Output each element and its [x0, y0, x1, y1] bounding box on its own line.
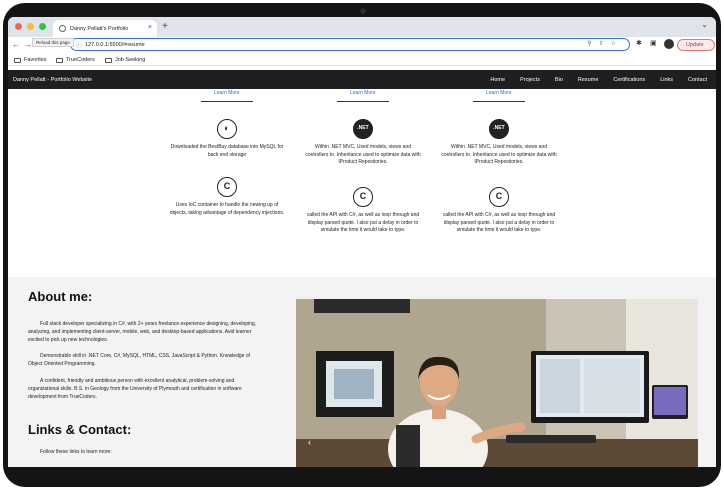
bookmark-job-seeking[interactable]: Job Seeking [105, 57, 145, 63]
project-card: C called the API with C#, as well as loo… [440, 187, 558, 235]
back-arrow-icon[interactable]: ← [12, 40, 20, 49]
tab-search-chevron-icon[interactable]: ⌄ [701, 20, 708, 29]
bookmark-label: Job Seeking [115, 57, 146, 63]
project-description: called the API with C#, as well as loop … [442, 212, 556, 233]
dotnet-icon: .NET [489, 119, 509, 139]
follow-text: Follow these links to learn more: [40, 449, 112, 455]
site-nav-links: Home Projects Bio Resume Certifications … [490, 77, 707, 83]
close-window-button[interactable] [15, 23, 22, 30]
project-card: C called the API with C#, as well as loo… [304, 187, 422, 235]
learn-more-link[interactable]: Learn More [486, 90, 512, 96]
site-navbar: Danny Pellatt - Portfolio Website Home P… [8, 70, 716, 89]
nav-home[interactable]: Home [490, 77, 505, 83]
csharp-icon: C [217, 177, 237, 197]
nav-contact[interactable]: Contact [688, 77, 707, 83]
forward-arrow-icon[interactable]: → [24, 40, 32, 49]
bookmark-label: TrueCoders [66, 57, 95, 63]
tab-portfolio[interactable]: Danny Pellatt's Portfolio × [53, 20, 157, 37]
window-controls [15, 23, 46, 30]
reload-tooltip: Reload this page [32, 38, 74, 47]
about-paragraph: Demonstrable skill in .NET Core, C#, MyS… [28, 353, 250, 367]
zoom-icon[interactable]: ⚲ [587, 41, 598, 47]
project-description: called the API with C#, as well as loop … [306, 212, 420, 233]
info-icon: ⓘ [76, 43, 82, 49]
about-paragraph: Full stack developer specializing in C#,… [28, 321, 257, 343]
project-card: ◐ Downloaded the BestBuy database into M… [168, 119, 286, 159]
nav-certifications[interactable]: Certifications [613, 77, 645, 83]
globe-icon [59, 25, 66, 32]
project-card: .NET Within .NET MVC, Used models, views… [304, 119, 422, 167]
divider [201, 101, 253, 102]
profile-photo [296, 299, 698, 467]
project-description: Within .NET MVC, Used models, views and … [305, 144, 421, 165]
camera-icon [360, 8, 366, 14]
site-brand[interactable]: Danny Pellatt - Portfolio Website [13, 77, 92, 83]
carousel-prev-icon[interactable]: ‹ [308, 437, 311, 447]
nav-bio[interactable]: Bio [555, 77, 563, 83]
project-description: Within .NET MVC, Used models, views and … [441, 144, 557, 165]
learn-more-link[interactable]: Learn More [214, 90, 240, 96]
links-heading: Links & Contact: [28, 422, 132, 437]
tab-close-icon[interactable]: × [148, 24, 152, 31]
about-heading: About me: [28, 289, 93, 304]
omnibox-actions: ⚲⇧☆ [587, 40, 623, 47]
project-card: .NET Within .NET MVC, Used models, views… [440, 119, 558, 167]
about-paragraph: A confident, friendly and ambitious pers… [28, 378, 242, 400]
csharp-icon: C [489, 187, 509, 207]
extensions-puzzle-icon[interactable]: ✱ [636, 39, 642, 47]
folder-icon [56, 57, 63, 63]
maximize-window-button[interactable] [39, 23, 46, 30]
bookmark-truecoders[interactable]: TrueCoders [56, 57, 95, 63]
bookmark-star-icon[interactable]: ☆ [611, 41, 623, 47]
url-text: 127.0.0.1:5500/#resume [85, 41, 145, 48]
browser-window: Danny Pellatt's Portfolio × + ⌄ ← → ↻ Re… [8, 17, 716, 467]
bookmark-favorites[interactable]: Favorites [14, 57, 47, 63]
bookmarks-bar: Favorites TrueCoders Job Seeking [8, 54, 716, 66]
nav-projects[interactable]: Projects [520, 77, 540, 83]
project-description: Downloaded the BestBuy database into MyS… [170, 144, 284, 158]
share-icon[interactable]: ⇧ [599, 41, 611, 47]
project-description: Uses IoC container to handle the newing … [169, 202, 285, 216]
page-content: Learn More Learn More Learn More ◐ Downl… [8, 89, 716, 467]
sidebar-panel-icon[interactable]: ▣ [650, 39, 657, 47]
address-bar[interactable]: ⓘ 127.0.0.1:5500/#resume ⚲⇧☆ [70, 38, 630, 51]
minimize-window-button[interactable] [27, 23, 34, 30]
mysql-icon: ◐ [217, 119, 237, 139]
nav-resume[interactable]: Resume [578, 77, 598, 83]
learn-more-link[interactable]: Learn More [350, 90, 376, 96]
bookmark-label: Favorites [24, 57, 47, 63]
divider [337, 101, 389, 102]
folder-icon [14, 57, 21, 63]
update-button[interactable]: Update [677, 39, 715, 51]
tab-bar: Danny Pellatt's Portfolio × + ⌄ [8, 17, 716, 37]
laptop-frame: Danny Pellatt's Portfolio × + ⌄ ← → ↻ Re… [0, 0, 724, 489]
profile-avatar[interactable] [664, 39, 674, 49]
divider [473, 101, 525, 102]
nav-links[interactable]: Links [660, 77, 673, 83]
dotnet-icon: .NET [353, 119, 373, 139]
csharp-icon: C [353, 187, 373, 207]
photo-illustration [296, 299, 698, 467]
project-card: C Uses IoC container to handle the newin… [168, 177, 286, 217]
new-tab-button[interactable]: + [162, 21, 168, 32]
tab-title: Danny Pellatt's Portfolio [70, 25, 129, 32]
folder-icon [105, 57, 112, 63]
